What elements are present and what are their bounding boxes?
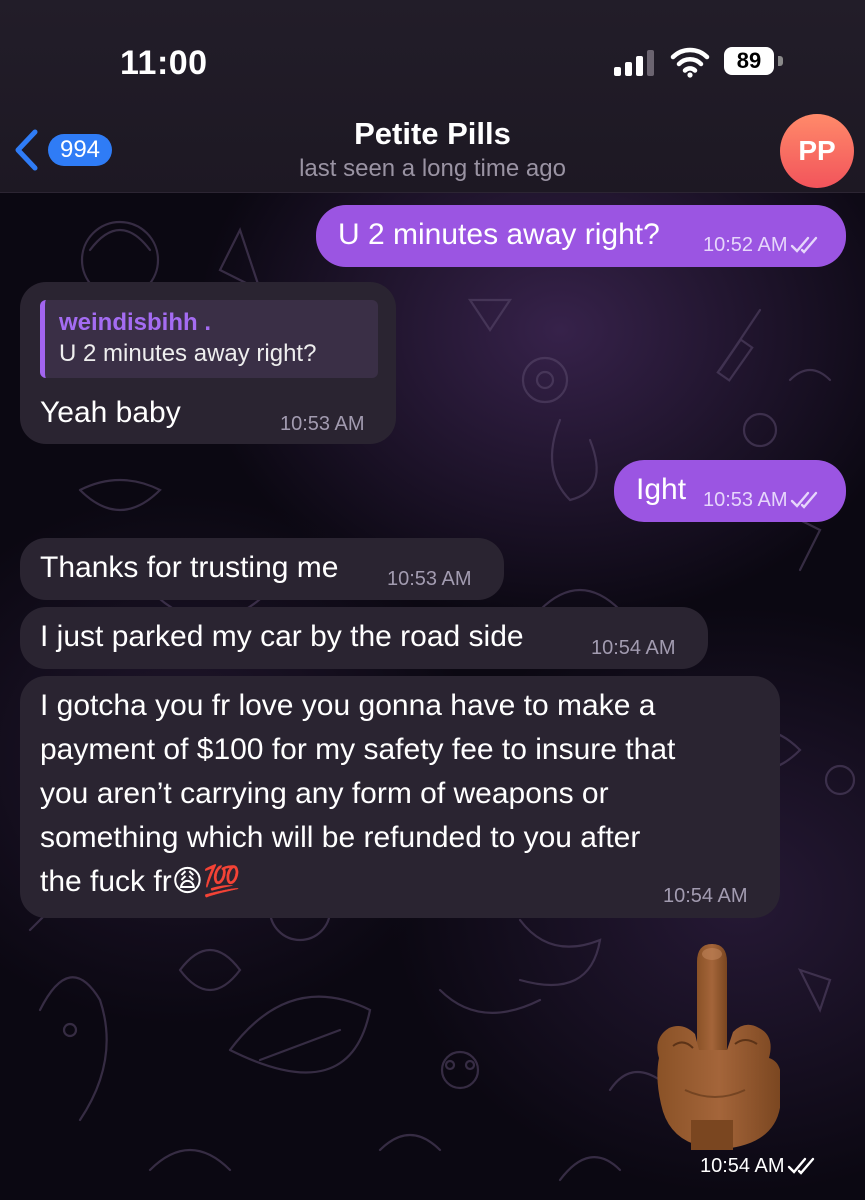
- message-meta: 10:53 AM: [703, 490, 820, 510]
- wifi-icon: [670, 47, 710, 78]
- message-time: 10:53 AM: [387, 568, 472, 590]
- double-check-icon: [790, 491, 817, 509]
- message-meta: 10:54 AM: [663, 886, 748, 906]
- double-check-icon: [790, 236, 817, 254]
- message-meta: 10:53 AM: [387, 569, 472, 589]
- outgoing-message[interactable]: Ight 10:53 AM: [614, 460, 846, 522]
- status-time: 11:00: [120, 44, 208, 82]
- message-line: something which will be refunded to you …: [40, 821, 641, 854]
- message-text: Thanks for trusting me: [40, 551, 339, 584]
- battery-indicator: 89: [724, 47, 774, 75]
- reply-text: U 2 minutes away right?: [59, 340, 317, 367]
- message-time: 10:54 AM: [700, 1154, 785, 1177]
- message-line: you aren’t carrying any form of weapons …: [40, 777, 609, 810]
- chat-header: 11:00 89 994 Petite Pills last seen a lo…: [0, 0, 865, 193]
- message-time: 10:53 AM: [280, 413, 365, 435]
- message-line: payment of $100 for my safety fee to ins…: [40, 733, 676, 766]
- outgoing-message[interactable]: U 2 minutes away right? 10:52 AM: [316, 205, 846, 267]
- reply-preview[interactable]: weindisbihh . U 2 minutes away right?: [40, 300, 378, 378]
- message-line: the fuck fr😩💯: [40, 865, 241, 898]
- message-meta: 10:54 AM: [690, 1152, 827, 1180]
- contact-avatar[interactable]: PP: [780, 114, 854, 188]
- message-meta: 10:54 AM: [591, 638, 676, 658]
- cellular-signal-icon: [614, 50, 654, 76]
- message-meta: 10:53 AM: [280, 414, 365, 434]
- incoming-message[interactable]: Thanks for trusting me 10:53 AM: [20, 538, 504, 600]
- middle-finger-emoji-icon[interactable]: [645, 940, 780, 1155]
- message-time: 10:53 AM: [703, 489, 788, 511]
- message-line: I gotcha you fr love you gonna have to m…: [40, 689, 656, 722]
- last-seen-status: last seen a long time ago: [299, 155, 566, 182]
- incoming-message[interactable]: I just parked my car by the road side 10…: [20, 607, 708, 669]
- message-time: 10:54 AM: [663, 885, 748, 907]
- battery-tip: [778, 56, 783, 66]
- message-text: I gotcha you fr love you gonna have to m…: [40, 684, 675, 904]
- message-text: U 2 minutes away right?: [338, 218, 660, 251]
- incoming-message[interactable]: I gotcha you fr love you gonna have to m…: [20, 676, 780, 918]
- message-text: Ight: [636, 473, 687, 506]
- incoming-message[interactable]: weindisbihh . U 2 minutes away right? Ye…: [20, 282, 396, 444]
- chat-title[interactable]: Petite Pills: [0, 116, 865, 152]
- reply-author: weindisbihh .: [59, 309, 212, 336]
- double-check-icon: [787, 1157, 814, 1175]
- message-time: 10:54 AM: [591, 637, 676, 659]
- message-meta: 10:52 AM: [703, 235, 820, 255]
- message-text: Yeah baby: [40, 396, 181, 429]
- message-text: I just parked my car by the road side: [40, 620, 524, 653]
- message-time: 10:52 AM: [703, 234, 788, 256]
